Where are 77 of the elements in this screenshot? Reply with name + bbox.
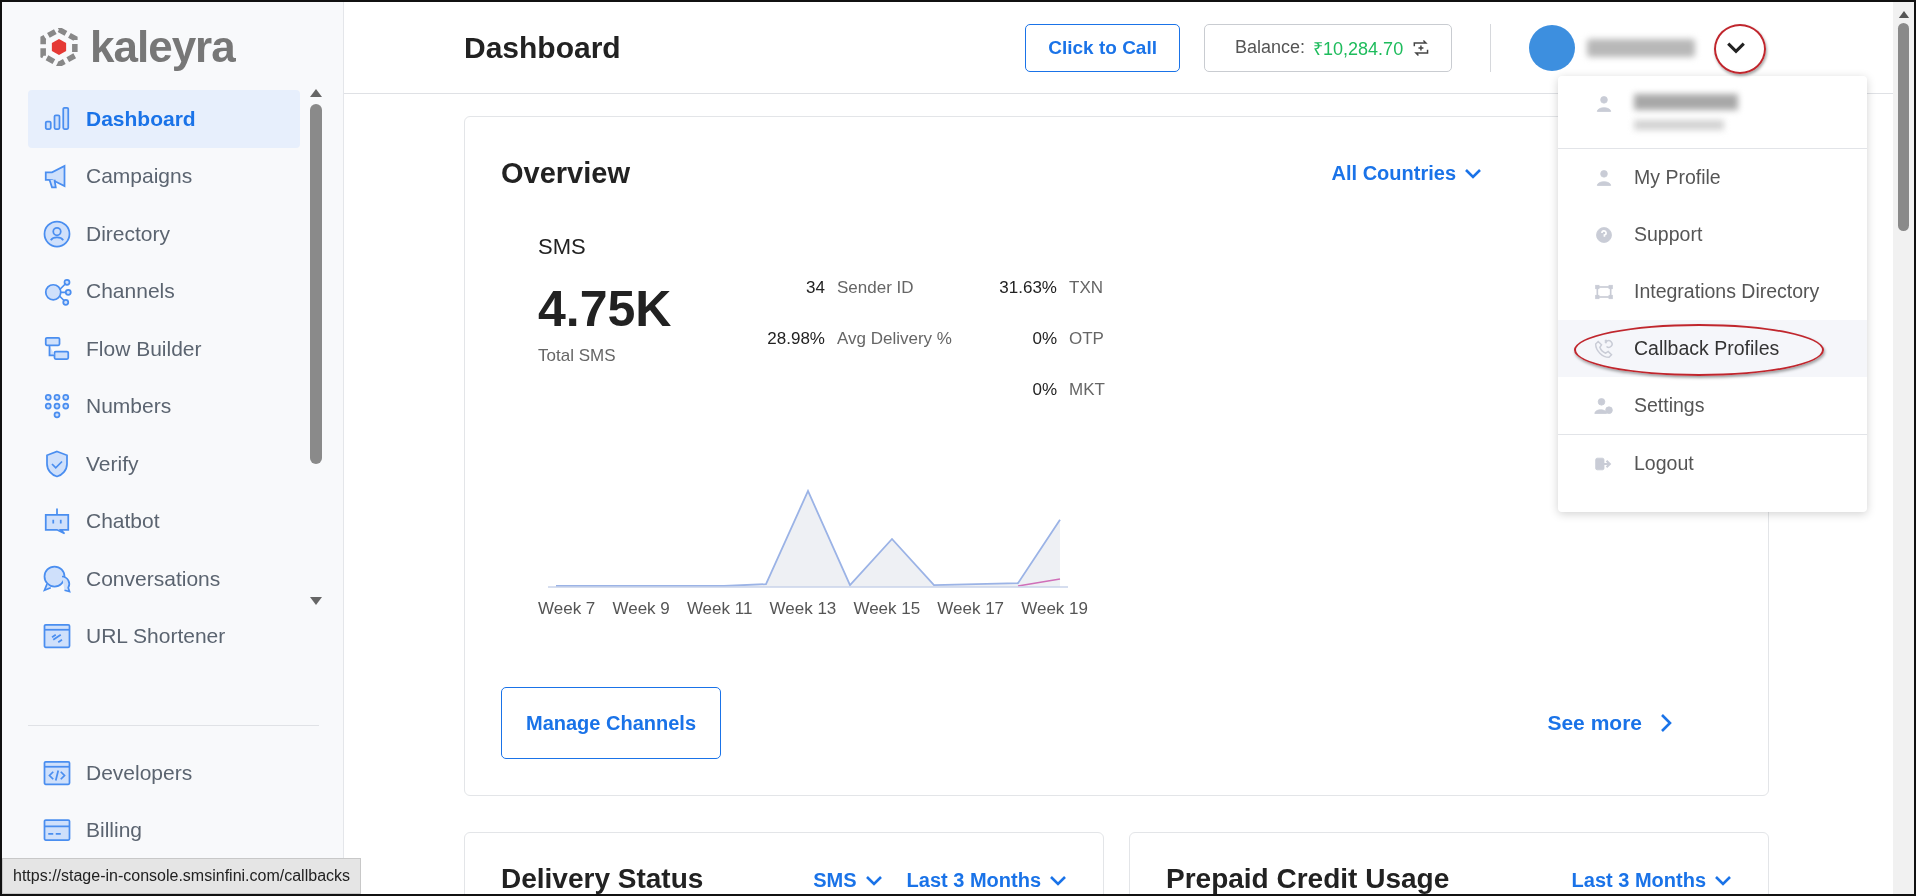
channel-label: SMS — [538, 234, 586, 260]
scroll-up-arrow-icon[interactable] — [1897, 10, 1910, 19]
sidebar-item[interactable]: Flow Builder — [28, 320, 300, 378]
scrollbar-thumb[interactable] — [310, 104, 322, 464]
chevron-down-icon — [1714, 874, 1732, 887]
stat-label: TXN — [1069, 278, 1104, 298]
card-title: Delivery Status — [501, 863, 705, 894]
filter-dropdown[interactable]: Last 3 Months — [1571, 869, 1732, 892]
stat-label: MKT — [1069, 380, 1105, 400]
person-icon — [1594, 94, 1614, 114]
total-label: Total SMS — [538, 346, 617, 366]
sidebar-item[interactable]: Dashboard — [28, 90, 300, 148]
chevron-down-icon — [1464, 167, 1482, 180]
menu-item[interactable]: Support — [1558, 206, 1867, 263]
page-title: Dashboard — [464, 30, 622, 65]
refresh-add-icon[interactable] — [1411, 37, 1431, 58]
stat-label: OTP — [1069, 329, 1105, 349]
stat-value: 34 — [805, 278, 825, 298]
see-more-link[interactable]: See more — [1547, 711, 1672, 735]
logo-icon — [40, 28, 78, 66]
stat-value: 0% — [1031, 380, 1057, 400]
phone-callback-icon — [1594, 338, 1614, 359]
axis-label: Week 7 — [538, 599, 596, 619]
question-circle-icon — [1594, 224, 1614, 245]
scroll-down-arrow-icon[interactable] — [309, 596, 323, 606]
menu-item[interactable]: Integrations Directory — [1558, 263, 1867, 320]
stat-label: Sender ID — [837, 278, 915, 298]
stat-value: 0% — [1031, 329, 1057, 349]
scrollbar-track[interactable] — [1893, 2, 1914, 894]
stat-value: 31.63% — [998, 278, 1057, 298]
sidebar-item[interactable]: Billing — [28, 801, 300, 859]
menu-item[interactable]: Logout — [1558, 434, 1867, 492]
manage-channels-button[interactable]: Manage Channels — [501, 687, 722, 759]
sidebar-item[interactable]: Channels — [28, 262, 300, 320]
menu-item[interactable]: My Profile — [1558, 149, 1867, 206]
sidebar-item[interactable]: Verify — [28, 435, 300, 493]
axis-label: Week 19 — [1021, 599, 1088, 619]
avatar[interactable] — [1529, 24, 1575, 71]
sidebar-item[interactable]: Campaigns — [28, 147, 300, 205]
sidebar-item[interactable]: Directory — [28, 205, 300, 263]
menu-item[interactable]: Settings — [1558, 377, 1867, 434]
status-url: https://stage-in-console.smsinfini.com/callbacks — [2, 858, 362, 894]
chat-bubbles-icon — [42, 563, 72, 594]
stat-value: 28.98% — [766, 329, 825, 349]
person-circle-icon — [42, 218, 72, 249]
axis-label: Week 11 — [686, 599, 753, 619]
chevron-right-icon — [1660, 713, 1672, 733]
axis-label: Week 17 — [937, 599, 1005, 619]
logo-text: kaleyra — [90, 22, 235, 72]
click-to-call-button[interactable]: Click to Call — [1025, 23, 1180, 72]
sidebar-item[interactable]: Chatbot — [28, 492, 300, 550]
sidebar-item[interactable]: Conversations — [28, 550, 300, 608]
sidebar-item[interactable]: URL Shortener — [28, 607, 300, 665]
card-title: Overview — [501, 157, 631, 190]
sidebar-item[interactable]: Developers — [28, 744, 300, 802]
user-gear-icon — [1594, 395, 1614, 416]
chevron-down-icon — [1726, 40, 1746, 55]
person-icon — [1594, 167, 1614, 188]
robot-icon — [42, 506, 72, 537]
stat-label: Avg Delivery % — [837, 329, 953, 349]
chevron-down-icon — [1049, 874, 1067, 887]
scrollbar-thumb[interactable] — [1898, 23, 1909, 231]
scroll-up-arrow-icon[interactable] — [309, 88, 323, 98]
filter-dropdown[interactable]: Last 3 Months — [906, 869, 1067, 892]
chevron-down-icon — [864, 874, 883, 887]
axis-label: Week 15 — [853, 599, 921, 619]
menu-item[interactable]: Callback Profiles — [1558, 320, 1867, 377]
network-icon — [42, 276, 72, 307]
balance-value: ₹10,284.70 — [1313, 37, 1404, 60]
total-value: 4.75K — [538, 280, 673, 338]
card-title: Prepaid Credit Usage — [1166, 863, 1451, 894]
sidebar-item[interactable]: Numbers — [28, 377, 300, 435]
axis-label: Week 13 — [769, 599, 837, 619]
axis-label: Week 9 — [612, 599, 670, 619]
filter-dropdown[interactable]: SMS — [813, 869, 883, 892]
country-filter[interactable]: All Countries — [1331, 162, 1482, 185]
balance-label: Balance: — [1235, 37, 1306, 58]
